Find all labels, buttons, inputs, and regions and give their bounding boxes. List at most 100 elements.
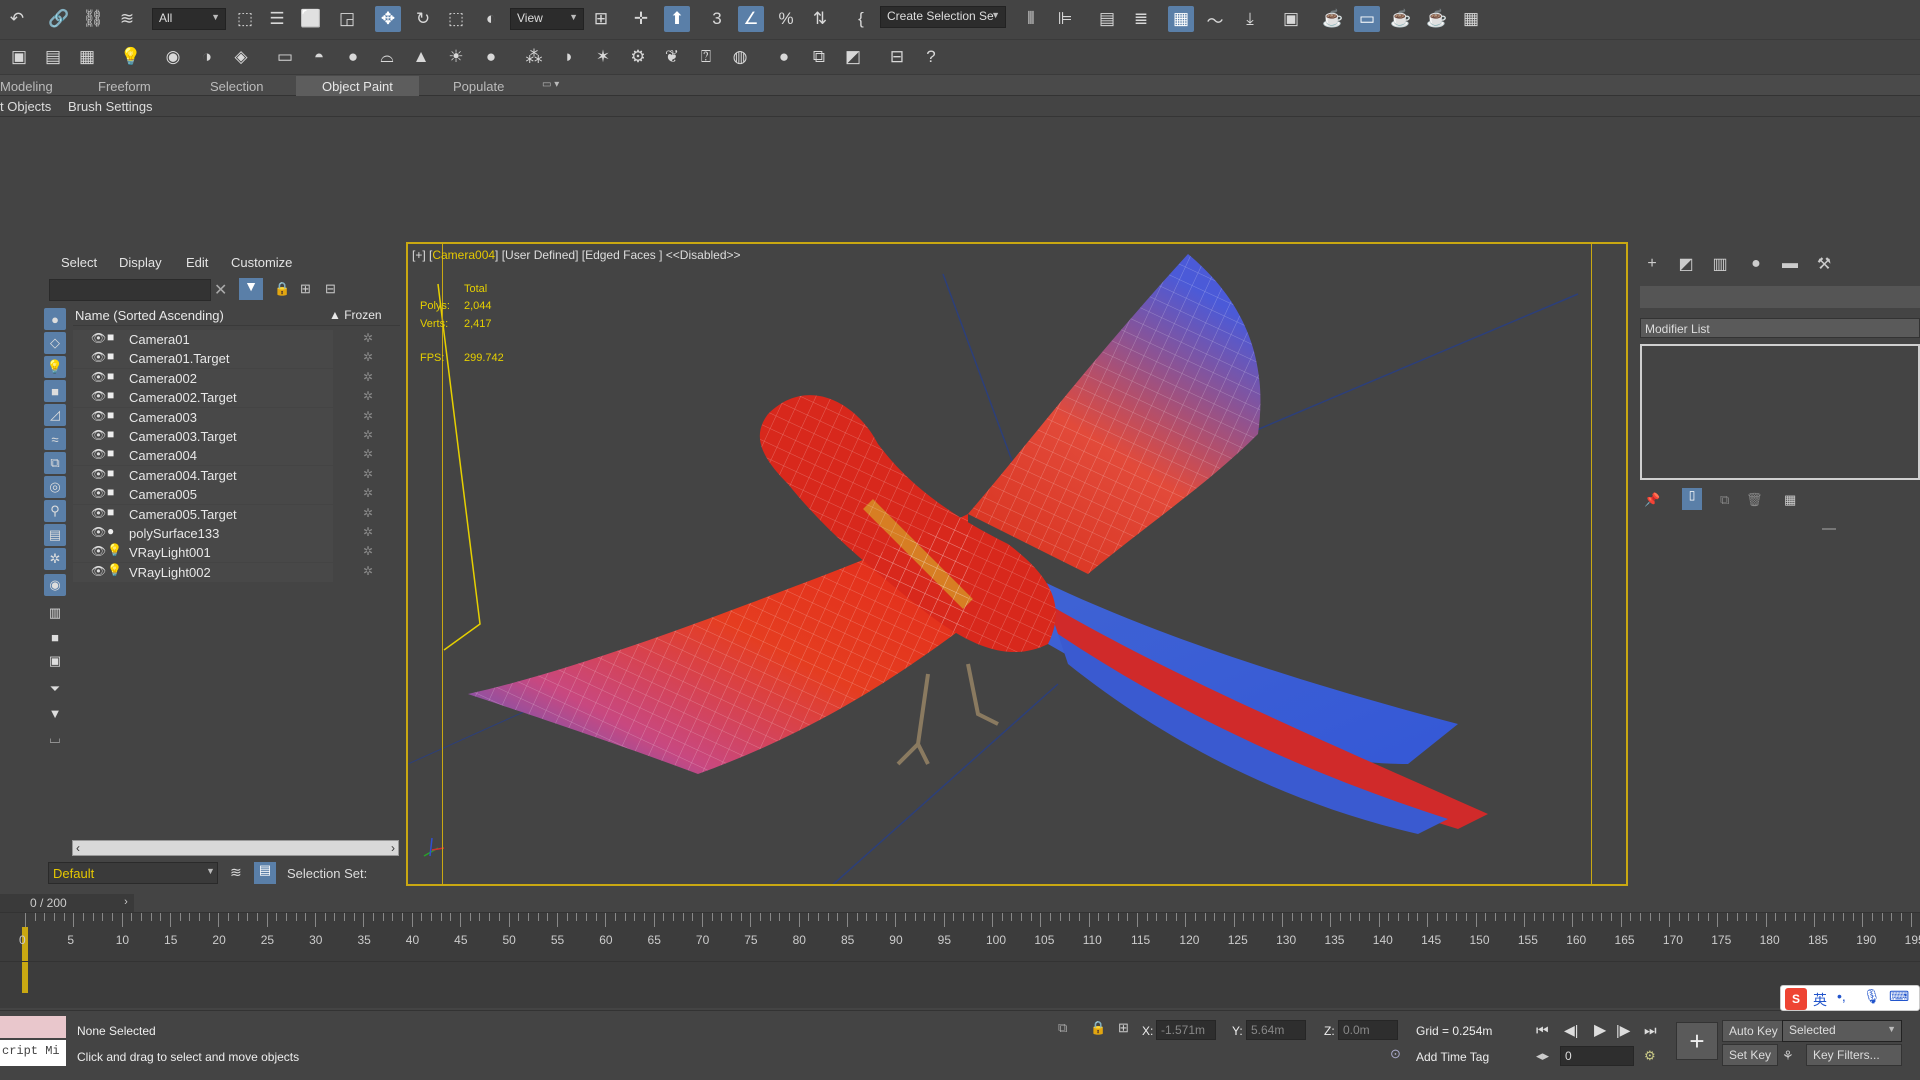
menu-display[interactable]: Display — [119, 255, 162, 270]
snowflake-icon[interactable]: ✲ — [363, 428, 373, 442]
link-icon[interactable]: 🔗 — [46, 6, 72, 32]
funnel-solid-icon[interactable]: ▼ — [44, 702, 66, 724]
use-pivot-icon[interactable]: ⊞ — [588, 6, 614, 32]
snowflake-icon[interactable]: ✲ — [363, 544, 373, 558]
lock-icon[interactable]: 🔒 — [274, 281, 290, 297]
absolute-mode-icon[interactable]: ⊞ — [1118, 1020, 1129, 1036]
list-item[interactable]: 👁 ■ Camera004.Target ✲ — [73, 465, 400, 485]
key-mode-toggle-icon[interactable]: ◂▸ — [1536, 1048, 1549, 1064]
eye-icon[interactable]: 👁 — [91, 564, 106, 578]
eye-icon[interactable]: 👁 — [91, 428, 106, 442]
x-coordinate-field[interactable]: -1.571m — [1156, 1020, 1216, 1040]
create-tab-icon[interactable]: + — [1640, 252, 1664, 276]
cone-icon[interactable]: ▲ — [408, 44, 434, 70]
time-config-icon[interactable]: ⚙ — [1644, 1048, 1656, 1064]
snowflake-icon[interactable]: ✲ — [363, 350, 373, 364]
list-item[interactable]: 👁 ■ Camera005.Target ✲ — [73, 504, 400, 524]
tab-populate[interactable]: Populate — [453, 79, 504, 94]
set-key-big-icon[interactable]: + — [1676, 1022, 1718, 1060]
helpers-filter-icon[interactable]: ◿ — [44, 404, 66, 426]
remove-modifier-icon[interactable]: 🗑 — [1746, 492, 1763, 508]
shapes-filter-icon[interactable]: ◇ — [44, 332, 66, 354]
select-object-icon[interactable]: ⬚ — [232, 6, 258, 32]
render-sphere-icon[interactable]: ● — [771, 44, 797, 70]
vray-icon[interactable]: ◈ — [228, 44, 254, 70]
time-slider[interactable]: 0 / 200 — [0, 894, 118, 912]
select-move-icon[interactable]: ✥ — [375, 6, 401, 32]
xrefs-filter-icon[interactable]: ◎ — [44, 476, 66, 498]
eye-icon[interactable]: 👁 — [91, 389, 106, 403]
proxy-icon[interactable]: ◗ — [556, 44, 582, 70]
list-item[interactable]: 👁 ■ Camera002.Target ✲ — [73, 388, 400, 408]
schematic-view-icon[interactable]: ⤓ — [1237, 6, 1263, 32]
keyboard-icon[interactable]: ⌨ — [1889, 988, 1909, 1005]
list-item[interactable]: 👁 ■ Camera004 ✲ — [73, 446, 400, 466]
selection-filter-dropdown[interactable]: All ▼ — [152, 8, 226, 30]
y-coordinate-field[interactable]: 5.64m — [1246, 1020, 1306, 1040]
maxscript-mini-listener[interactable]: cript Mi — [0, 1040, 66, 1066]
list-item[interactable]: 👁 ■ Camera003 ✲ — [73, 407, 400, 427]
add-time-tag[interactable]: Add Time Tag — [1416, 1050, 1489, 1064]
current-frame-spinner[interactable]: 0 — [1560, 1046, 1634, 1066]
viewport-camera-name[interactable]: Camera004 — [432, 248, 495, 262]
sound-icon[interactable]: ◑ — [194, 44, 220, 70]
snowflake-icon[interactable]: ✲ — [363, 564, 373, 578]
eye-icon[interactable]: 👁 — [91, 370, 106, 384]
selection-lock-icon[interactable]: 🔒 — [1090, 1020, 1106, 1036]
teapot-icon[interactable]: ⌓ — [374, 44, 400, 70]
modifier-list-dropdown[interactable]: Modifier List — [1640, 318, 1920, 338]
hierarchy-icon[interactable]: ⊞ — [300, 281, 311, 297]
z-coordinate-field[interactable]: 0.0m — [1338, 1020, 1398, 1040]
key-filter-icon[interactable]: ⚘ — [1782, 1048, 1794, 1064]
configure-sets-icon[interactable]: ▦ — [1784, 492, 1796, 508]
list-icon[interactable]: ▤ — [40, 44, 66, 70]
list-item[interactable]: 👁 ■ Camera01 ✲ — [73, 330, 400, 349]
select-manipulate-icon[interactable]: ✛ — [628, 6, 654, 32]
lights-filter-icon[interactable]: 💡 — [44, 356, 66, 378]
list-item[interactable]: 👁 ■ Camera005 ✲ — [73, 485, 400, 505]
snowflake-icon[interactable]: ✲ — [363, 389, 373, 403]
brush-settings-panel[interactable]: Brush Settings — [68, 99, 153, 114]
next-frame-icon[interactable]: › — [118, 894, 134, 912]
paint-objects-panel[interactable]: t Objects — [0, 99, 51, 114]
viewport-menu-plus[interactable]: [+] [ — [412, 248, 432, 262]
object-name-field[interactable] — [1640, 286, 1920, 308]
maxscript-listener-pink[interactable] — [0, 1016, 66, 1038]
fur-icon[interactable]: ⁂ — [521, 44, 547, 70]
keyboard-shortcut-icon[interactable]: ⬆ — [664, 6, 690, 32]
set-key-button[interactable]: Set Key — [1722, 1044, 1779, 1066]
eye-icon[interactable]: 👁 — [91, 525, 106, 539]
angle-snap-icon[interactable]: ∠ — [738, 6, 764, 32]
make-unique-icon[interactable]: ⧉ — [1720, 492, 1729, 508]
bind-spacewarp-icon[interactable]: ≋ — [114, 6, 140, 32]
eye-icon[interactable]: 👁 — [91, 506, 106, 520]
plane-icon[interactable]: ▭ — [272, 44, 298, 70]
go-to-start-icon[interactable]: ⏮ — [1536, 1022, 1549, 1039]
go-to-end-icon[interactable]: ⏭ — [1644, 1022, 1657, 1039]
panel-grip[interactable] — [1822, 528, 1836, 530]
snowflake-icon[interactable]: ✲ — [363, 506, 373, 520]
close-icon[interactable]: ✕ — [214, 280, 227, 300]
list-item[interactable]: 👁 ● polySurface133 ✲ — [73, 524, 400, 543]
menu-edit[interactable]: Edit — [186, 255, 208, 270]
frame-buffer-icon[interactable]: ⧉ — [806, 44, 832, 70]
rendered-frame-icon[interactable]: ▭ — [1354, 6, 1380, 32]
previous-frame-icon[interactable]: ◀| — [1564, 1022, 1578, 1039]
placement-icon[interactable]: ◐ — [478, 6, 504, 32]
particles-filter-icon[interactable]: ✲ — [44, 548, 66, 570]
gear-icon[interactable]: ⚙ — [625, 44, 651, 70]
ies-icon[interactable]: ● — [478, 44, 504, 70]
search-input[interactable] — [49, 279, 211, 301]
viewport-label[interactable]: [+] [Camera004] [User Defined] [Edged Fa… — [412, 248, 741, 262]
snowflake-icon[interactable]: ✲ — [363, 409, 373, 423]
list-item[interactable]: 👁 ■ Camera003.Target ✲ — [73, 427, 400, 446]
menu-select[interactable]: Select — [61, 255, 97, 270]
utilities-tab-icon[interactable]: ⚒ — [1812, 252, 1836, 276]
cameras-filter-icon[interactable]: ■ — [44, 380, 66, 402]
settings-icon[interactable]: ⊟ — [884, 44, 910, 70]
snowflake-icon[interactable]: ✲ — [363, 331, 373, 345]
next-key-icon[interactable]: |▶ — [1616, 1022, 1630, 1039]
tab-freeform[interactable]: Freeform — [98, 79, 151, 94]
help-icon[interactable]: ? — [918, 44, 944, 70]
list-item[interactable]: 👁 💡 VRayLight002 ✲ — [73, 562, 400, 582]
